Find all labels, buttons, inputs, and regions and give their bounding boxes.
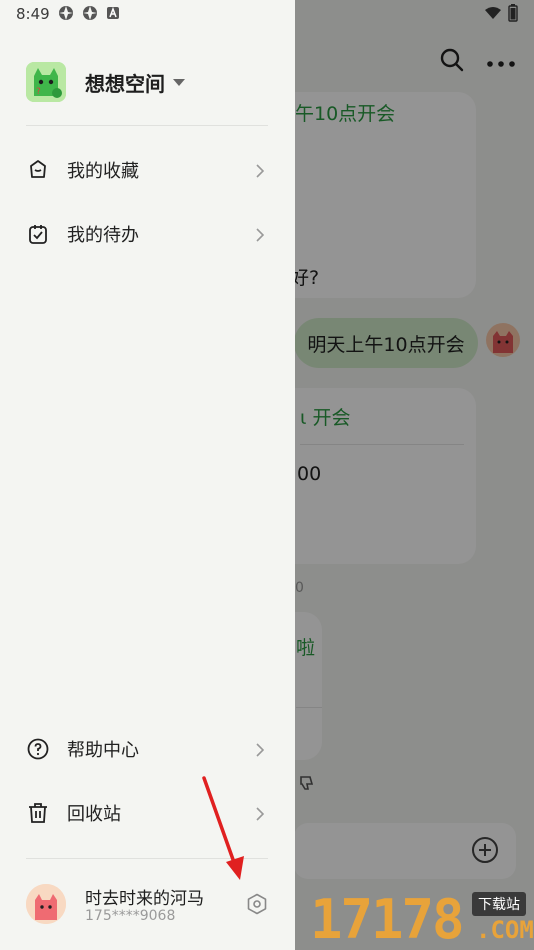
svg-text:?: ? xyxy=(36,87,41,97)
watermark: 17178 下载站 .COM xyxy=(306,886,534,950)
menu-item-label: 我的收藏 xyxy=(67,161,139,182)
chevron-right-icon xyxy=(256,742,265,761)
menu-item-label: 帮助中心 xyxy=(67,740,139,761)
chevron-down-icon xyxy=(173,78,185,86)
wifi-icon xyxy=(484,6,502,24)
user-name: 时去时来的河马 xyxy=(85,889,204,909)
todo-icon xyxy=(26,222,50,246)
chevron-right-icon xyxy=(256,163,265,182)
chevron-right-icon xyxy=(256,227,265,246)
help-icon xyxy=(26,737,50,761)
menu-item-favorites[interactable]: 我的收藏 xyxy=(26,150,268,190)
status-system-icons xyxy=(484,4,518,26)
space-logo: ? xyxy=(26,62,66,102)
app-screen: 午10点开会 好? 明天上午10点开会 ι 开会 00 0 啦 8:49 ? 想… xyxy=(0,0,534,950)
settings-icon[interactable] xyxy=(246,893,268,919)
watermark-numbers: 17178 xyxy=(310,888,465,950)
watermark-domain: .COM xyxy=(476,916,534,944)
space-name: 想想空间 xyxy=(85,71,165,96)
font-icon xyxy=(106,5,120,25)
status-time: 8:49 xyxy=(16,5,50,23)
menu-item-help[interactable]: 帮助中心 xyxy=(26,729,268,769)
avatar xyxy=(26,884,66,924)
menu-item-label: 回收站 xyxy=(67,804,121,825)
star-icon xyxy=(26,158,50,182)
user-profile-row[interactable]: 时去时来的河马 175****9068 xyxy=(26,884,268,926)
aperture-icon xyxy=(58,5,74,25)
user-phone: 175****9068 xyxy=(85,908,176,924)
menu-item-label: 我的待办 xyxy=(67,225,139,246)
battery-icon xyxy=(508,4,518,26)
aperture-icon xyxy=(82,5,98,25)
space-switcher[interactable]: ? 想想空间 xyxy=(26,62,185,102)
annotation-arrow xyxy=(202,776,244,880)
chevron-right-icon xyxy=(256,806,265,825)
menu-item-todo[interactable]: 我的待办 xyxy=(26,214,268,254)
divider xyxy=(26,125,268,126)
watermark-badge: 下载站 xyxy=(472,892,526,916)
status-notification-icons xyxy=(58,5,120,25)
trash-icon xyxy=(26,801,50,825)
